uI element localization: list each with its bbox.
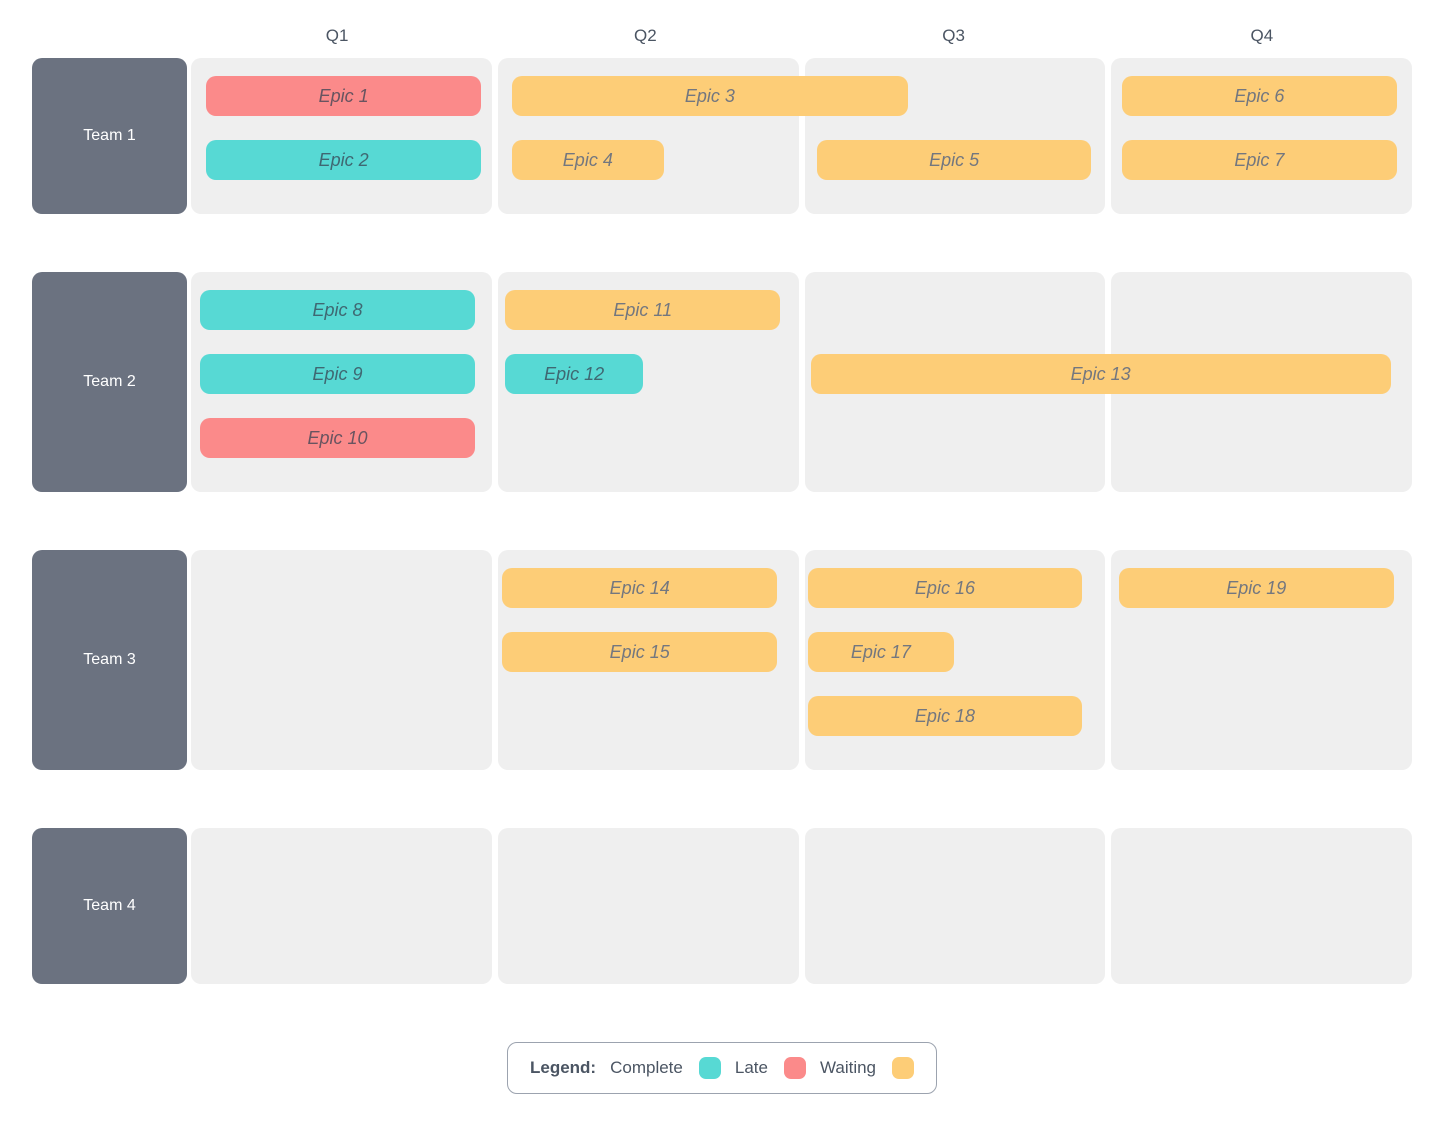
epic-bar[interactable]: Epic 6 <box>1122 76 1397 116</box>
epic-bar[interactable]: Epic 8 <box>200 290 475 330</box>
epic-bar[interactable]: Epic 3 <box>512 76 909 116</box>
legend-wrap: Legend: Complete Late Waiting <box>32 1042 1412 1094</box>
epic-bar[interactable]: Epic 4 <box>512 140 665 180</box>
epic-bar[interactable]: Epic 18 <box>808 696 1083 736</box>
epic-layer: Epic 1 Epic 2 Epic 3 Epic 4 Epic 5 Epic 6 Epic… <box>191 58 1412 214</box>
team-label: Team 4 <box>32 828 187 984</box>
epic-bar[interactable]: Epic 5 <box>817 140 1092 180</box>
swimlane-team-4: Team 4 <box>32 828 1412 984</box>
epic-bar[interactable]: Epic 17 <box>808 632 955 672</box>
epic-bar[interactable]: Epic 16 <box>808 568 1083 608</box>
epic-layer: Epic 14 Epic 15 Epic 16 Epic 17 Epic 18 Epic … <box>191 550 1412 770</box>
epic-bar[interactable]: Epic 10 <box>200 418 475 458</box>
epic-bar[interactable]: Epic 11 <box>505 290 780 330</box>
swimlane-team-3: Team 3Epic 14Epic 15Epic 16Epic 17Epic 1… <box>32 550 1412 770</box>
swimlane-team-1: Team 1Epic 1Epic 2Epic 3Epic 4Epic 5Epic… <box>32 58 1412 214</box>
swimlanes-container: Team 1Epic 1Epic 2Epic 3Epic 4Epic 5Epic… <box>32 58 1412 984</box>
epic-layer <box>191 828 1412 984</box>
legend-swatch-late <box>784 1057 806 1079</box>
epic-bar[interactable]: Epic 13 <box>811 354 1391 394</box>
epic-bar[interactable]: Epic 19 <box>1119 568 1394 608</box>
epic-bar[interactable]: Epic 14 <box>502 568 777 608</box>
legend-item-label: Late <box>735 1058 768 1078</box>
epic-layer: Epic 8 Epic 9 Epic 10 Epic 11 Epic 12 Epic 13 <box>191 272 1412 492</box>
column-header-q4: Q4 <box>1112 20 1412 52</box>
legend-swatch-waiting <box>892 1057 914 1079</box>
lane-grid: Epic 14 Epic 15 Epic 16 Epic 17 Epic 18 Epic … <box>191 550 1412 770</box>
epic-bar[interactable]: Epic 1 <box>206 76 481 116</box>
epic-bar[interactable]: Epic 9 <box>200 354 475 394</box>
lane-grid: Epic 8 Epic 9 Epic 10 Epic 11 Epic 12 Epic 13 <box>191 272 1412 492</box>
lane-grid <box>191 828 1412 984</box>
epic-bar[interactable]: Epic 7 <box>1122 140 1397 180</box>
epic-bar[interactable]: Epic 15 <box>502 632 777 672</box>
legend: Legend: Complete Late Waiting <box>507 1042 937 1094</box>
swimlane-team-2: Team 2Epic 8Epic 9Epic 10Epic 11Epic 12E… <box>32 272 1412 492</box>
legend-item-label: Waiting <box>820 1058 876 1078</box>
legend-item-label: Complete <box>610 1058 683 1078</box>
team-label: Team 2 <box>32 272 187 492</box>
column-header-row: Q1Q2 Q3Q4 <box>32 20 1412 52</box>
epic-bar[interactable]: Epic 2 <box>206 140 481 180</box>
column-header-q3: Q3 <box>804 20 1104 52</box>
legend-title: Legend: <box>530 1058 596 1078</box>
column-header-q1: Q1 <box>187 20 487 52</box>
team-label: Team 3 <box>32 550 187 770</box>
lane-grid: Epic 1 Epic 2 Epic 3 Epic 4 Epic 5 Epic 6 Epic… <box>191 58 1412 214</box>
team-label: Team 1 <box>32 58 187 214</box>
column-header-q2: Q2 <box>495 20 795 52</box>
quarters-header: Q1Q2 Q3Q4 <box>187 20 1412 52</box>
epic-bar[interactable]: Epic 12 <box>505 354 642 394</box>
legend-swatch-complete <box>699 1057 721 1079</box>
